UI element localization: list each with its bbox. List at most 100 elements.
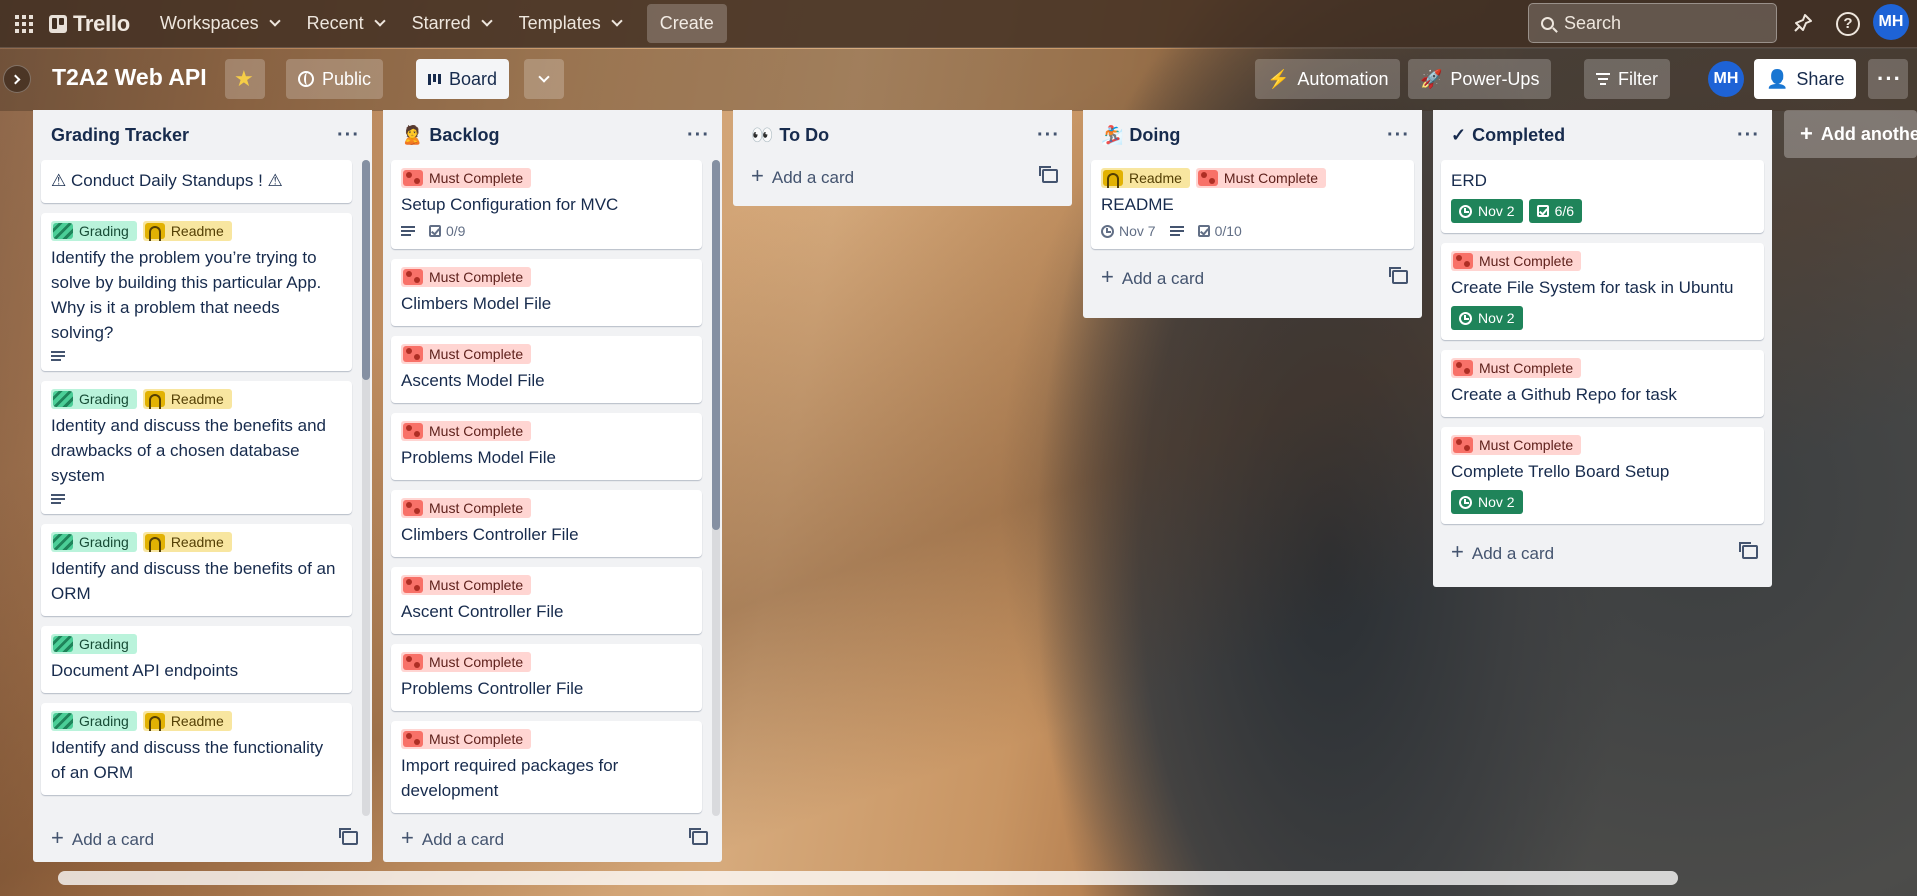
list-menu-icon[interactable]: ···	[337, 124, 360, 147]
card[interactable]: Must Complete Climbers Model File	[391, 259, 702, 326]
card[interactable]: Must Complete Import required packages f…	[391, 721, 702, 813]
star-board-button[interactable]: ★	[225, 59, 265, 99]
list-title-wrap[interactable]: ✓ Completed	[1451, 125, 1565, 146]
label-must-complete[interactable]: Must Complete	[401, 421, 532, 441]
nav-recent[interactable]: Recent	[295, 5, 396, 42]
card[interactable]: Must Complete Problems Controller File	[391, 644, 702, 711]
label-grading[interactable]: Grading	[51, 711, 137, 731]
label-readme[interactable]: Readme	[142, 532, 232, 552]
trello-logo[interactable]: Trello	[49, 11, 130, 37]
card[interactable]: Grading Readme Identity and discuss the …	[41, 381, 352, 514]
list-title-wrap[interactable]: 🙎 Backlog	[401, 125, 499, 146]
label-must-complete[interactable]: Must Complete	[401, 267, 532, 287]
list-menu-icon[interactable]: ···	[1737, 124, 1760, 147]
due-date-badge[interactable]: Nov 2	[1451, 306, 1523, 330]
board-view-button[interactable]: Board	[416, 59, 510, 99]
card[interactable]: Readme Must Complete README Nov 7 0/10	[1091, 160, 1414, 249]
card[interactable]: Must Complete Create a Github Repo for t…	[1441, 350, 1764, 417]
list-menu-icon[interactable]: ···	[1037, 124, 1060, 147]
card-title: Problems Controller File	[401, 679, 584, 698]
label-must-complete[interactable]: Must Complete	[401, 344, 532, 364]
card[interactable]: Must Complete Ascents Model File	[391, 336, 702, 403]
add-card-button[interactable]: + Add a card	[33, 816, 372, 860]
label-grading[interactable]: Grading	[51, 221, 137, 241]
board-horizontal-scrollbar[interactable]	[58, 871, 1678, 885]
powerups-button[interactable]: 🚀 Power-Ups	[1408, 59, 1552, 99]
add-card-button[interactable]: + Add a card	[1083, 255, 1422, 299]
label-must-complete[interactable]: Must Complete	[1451, 435, 1582, 455]
add-card-button[interactable]: + Add a card	[383, 816, 722, 860]
due-date-badge[interactable]: Nov 2	[1451, 199, 1523, 223]
list-title[interactable]: Grading Tracker	[51, 125, 189, 146]
card-template-icon[interactable]	[1039, 166, 1058, 183]
card-template-icon[interactable]	[1389, 267, 1408, 284]
board-menu-button[interactable]: ···	[1868, 59, 1908, 99]
list-scrollbar[interactable]	[362, 160, 370, 816]
list-menu-icon[interactable]: ···	[1387, 124, 1410, 147]
list-menu-icon[interactable]: ···	[687, 124, 710, 147]
add-card-button[interactable]: + Add a card	[1433, 530, 1772, 574]
notifications-icon[interactable]	[1791, 12, 1815, 36]
automation-button[interactable]: ⚡ Automation	[1255, 59, 1401, 99]
card[interactable]: ⚠ Conduct Daily Standups ! ⚠	[41, 160, 352, 203]
user-avatar[interactable]: MH	[1873, 4, 1909, 40]
label-readme[interactable]: Readme	[142, 389, 232, 409]
list-title-wrap[interactable]: 🏂 Doing	[1101, 125, 1180, 146]
sidebar-expand-button[interactable]	[3, 65, 31, 93]
label-must-complete[interactable]: Must Complete	[1451, 251, 1582, 271]
label-must-complete[interactable]: Must Complete	[401, 168, 532, 188]
card-labels: Grading Readme	[51, 711, 342, 731]
scrollbar-thumb[interactable]	[362, 160, 370, 380]
card[interactable]: Must Complete Setup Configuration for MV…	[391, 160, 702, 249]
label-must-complete[interactable]: Must Complete	[401, 729, 532, 749]
list-title-wrap[interactable]: 👀 To Do	[751, 125, 829, 146]
add-list-button[interactable]: + Add another list	[1784, 110, 1917, 158]
help-icon[interactable]: ?	[1836, 12, 1860, 36]
label-must-complete[interactable]: Must Complete	[1195, 168, 1327, 188]
board-title[interactable]: T2A2 Web API	[52, 64, 207, 91]
visibility-button[interactable]: Public	[286, 59, 384, 99]
label-readme[interactable]: Readme	[1101, 168, 1190, 188]
nav-templates[interactable]: Templates	[507, 5, 633, 42]
due-date-badge[interactable]: Nov 7	[1101, 223, 1156, 239]
scrollbar-thumb[interactable]	[712, 160, 720, 530]
views-dropdown-button[interactable]	[524, 59, 564, 99]
due-date-badge[interactable]: Nov 2	[1451, 490, 1523, 514]
label-grading[interactable]: Grading	[51, 634, 137, 654]
list-scrollbar[interactable]	[712, 160, 720, 816]
create-button[interactable]: Create	[646, 4, 727, 43]
label-must-complete[interactable]: Must Complete	[1451, 358, 1582, 378]
label-must-complete[interactable]: Must Complete	[401, 498, 532, 518]
label-grading[interactable]: Grading	[51, 532, 137, 552]
nav-workspaces[interactable]: Workspaces	[148, 5, 291, 42]
scrollbar-thumb[interactable]	[58, 871, 1678, 885]
card-badges: 0/9	[401, 223, 692, 239]
card[interactable]: Grading Readme Identify and discuss the …	[41, 524, 352, 616]
member-avatar[interactable]: MH	[1708, 61, 1744, 97]
label-readme[interactable]: Readme	[142, 221, 232, 241]
card[interactable]: Must Complete Climbers Controller File	[391, 490, 702, 557]
filter-button[interactable]: Filter	[1584, 59, 1670, 99]
app-switcher-icon[interactable]	[13, 13, 35, 35]
card-template-icon[interactable]	[339, 828, 358, 845]
share-button[interactable]: 👤 Share	[1754, 59, 1857, 99]
card-template-icon[interactable]	[1739, 542, 1758, 559]
card-template-icon[interactable]	[689, 828, 708, 845]
card[interactable]: Must Complete Create File System for tas…	[1441, 243, 1764, 340]
card[interactable]: Grading Document API endpoints	[41, 626, 352, 693]
card[interactable]: Must Complete Problems Model File	[391, 413, 702, 480]
card[interactable]: Grading Readme Identify the problem you’…	[41, 213, 352, 371]
card[interactable]: Must Complete Complete Trello Board Setu…	[1441, 427, 1764, 524]
label-text: Grading	[79, 534, 129, 550]
nav-starred[interactable]: Starred	[400, 5, 503, 42]
add-card-button[interactable]: + Add a card	[733, 154, 1072, 198]
nav-recent-label: Recent	[306, 13, 364, 33]
card[interactable]: ERD Nov 2 6/6	[1441, 160, 1764, 233]
card[interactable]: Must Complete Ascent Controller File	[391, 567, 702, 634]
card[interactable]: Grading Readme Identify and discuss the …	[41, 703, 352, 795]
label-readme[interactable]: Readme	[142, 711, 232, 731]
label-grading[interactable]: Grading	[51, 389, 137, 409]
search-input[interactable]: Search	[1528, 3, 1777, 43]
label-must-complete[interactable]: Must Complete	[401, 652, 532, 672]
label-must-complete[interactable]: Must Complete	[401, 575, 532, 595]
